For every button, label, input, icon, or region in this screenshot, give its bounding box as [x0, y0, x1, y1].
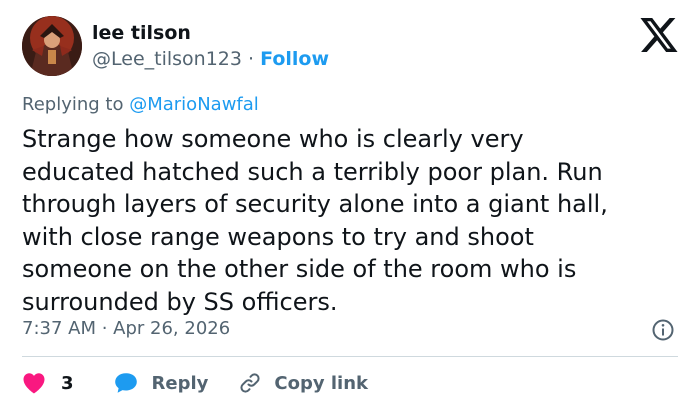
tweet-text: Strange how someone who is clearly very … — [22, 123, 682, 318]
replying-to-prefix: Replying to — [22, 94, 124, 115]
user-display-name[interactable]: lee tilson — [92, 22, 191, 44]
like-button[interactable]: 3 — [22, 372, 74, 394]
info-icon[interactable] — [651, 318, 675, 342]
x-logo-icon[interactable] — [640, 18, 678, 52]
replying-to-mention[interactable]: @MarioNawfal — [129, 94, 259, 115]
link-icon — [238, 371, 262, 395]
action-bar: 3 Reply Copy link — [22, 368, 368, 398]
avatar-image — [22, 16, 82, 76]
like-count: 3 — [61, 372, 74, 394]
avatar[interactable] — [22, 16, 82, 76]
tweet-timestamp[interactable]: 7:37 AM · Apr 26, 2026 — [22, 318, 230, 339]
tweet-text-line: someone on the other side of the room wh… — [22, 255, 577, 283]
tweet-text-line: educated hatched such a terribly poor pl… — [22, 157, 603, 186]
reply-label: Reply — [151, 372, 209, 394]
user-handle[interactable]: @Lee_tilson123 — [92, 48, 242, 70]
heart-icon — [22, 372, 46, 394]
divider — [22, 356, 678, 357]
replying-to: Replying to @MarioNawfal — [22, 94, 259, 115]
speech-bubble-icon — [114, 372, 138, 394]
tweet-text-line: through layers of security alone into a … — [22, 190, 608, 218]
user-handle-line: @Lee_tilson123 · Follow — [92, 48, 329, 70]
tweet-text-line: surrounded by SS officers. — [22, 287, 338, 316]
copy-link-button[interactable]: Copy link — [238, 371, 368, 395]
copy-link-label: Copy link — [274, 372, 368, 394]
tweet-text-line: Strange how someone who is clearly very — [22, 125, 524, 153]
follow-button[interactable]: Follow — [260, 48, 329, 70]
tweet-text-line: with close range weapons to try and shoo… — [22, 222, 534, 251]
reply-button[interactable]: Reply — [114, 372, 209, 394]
handle-separator: · — [248, 48, 255, 70]
